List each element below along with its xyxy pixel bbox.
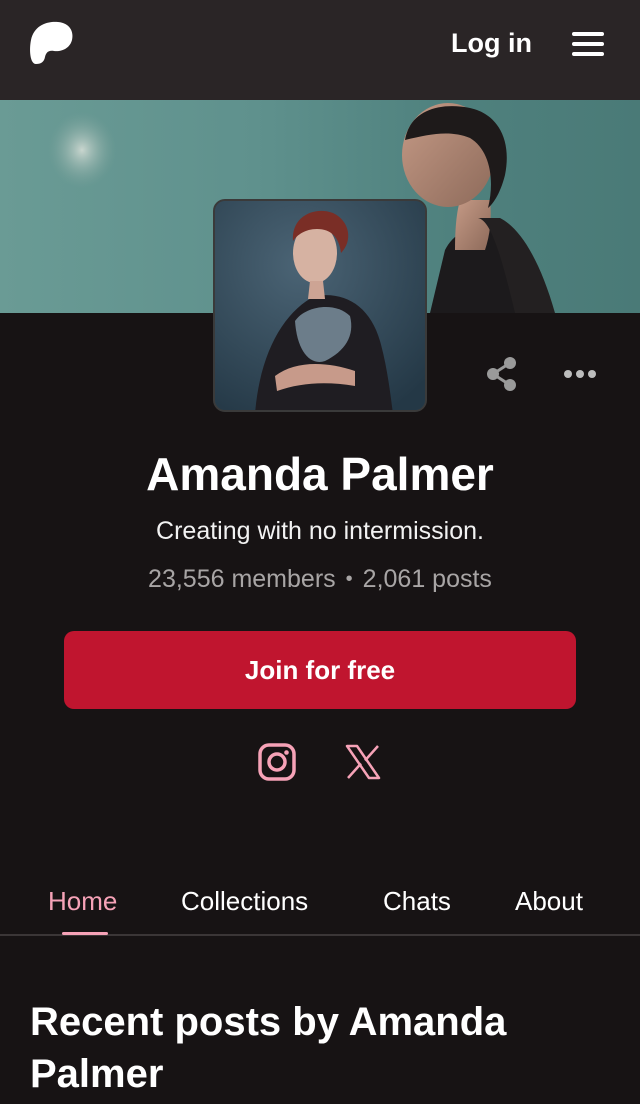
top-navigation-bar: Log in bbox=[0, 0, 640, 100]
active-tab-indicator bbox=[62, 932, 108, 935]
posts-count: 2,061 posts bbox=[362, 565, 492, 593]
x-twitter-icon[interactable] bbox=[343, 742, 383, 782]
patreon-logo-icon[interactable] bbox=[28, 20, 74, 66]
more-options-icon[interactable] bbox=[560, 360, 600, 388]
tab-about[interactable]: About bbox=[515, 884, 583, 918]
tab-collections[interactable]: Collections bbox=[181, 884, 308, 918]
login-link[interactable]: Log in bbox=[451, 26, 532, 60]
members-count: 23,556 members bbox=[148, 565, 336, 593]
share-icon[interactable] bbox=[484, 356, 520, 392]
creator-stats: 23,556 members • 2,061 posts bbox=[0, 562, 640, 596]
creator-avatar bbox=[213, 199, 427, 412]
profile-tabs: Home Collections Chats About bbox=[0, 870, 640, 936]
creator-tagline: Creating with no intermission. bbox=[156, 517, 484, 545]
tab-home[interactable]: Home bbox=[48, 884, 117, 918]
join-for-free-button[interactable]: Join for free bbox=[64, 631, 576, 709]
tab-chats[interactable]: Chats bbox=[383, 884, 451, 918]
recent-posts-heading: Recent posts by Amanda Palmer bbox=[30, 1000, 507, 1096]
instagram-icon[interactable] bbox=[257, 742, 297, 782]
creator-name: Amanda Palmer bbox=[146, 448, 494, 500]
stats-separator: • bbox=[345, 568, 353, 590]
hamburger-menu-icon[interactable] bbox=[570, 30, 606, 58]
